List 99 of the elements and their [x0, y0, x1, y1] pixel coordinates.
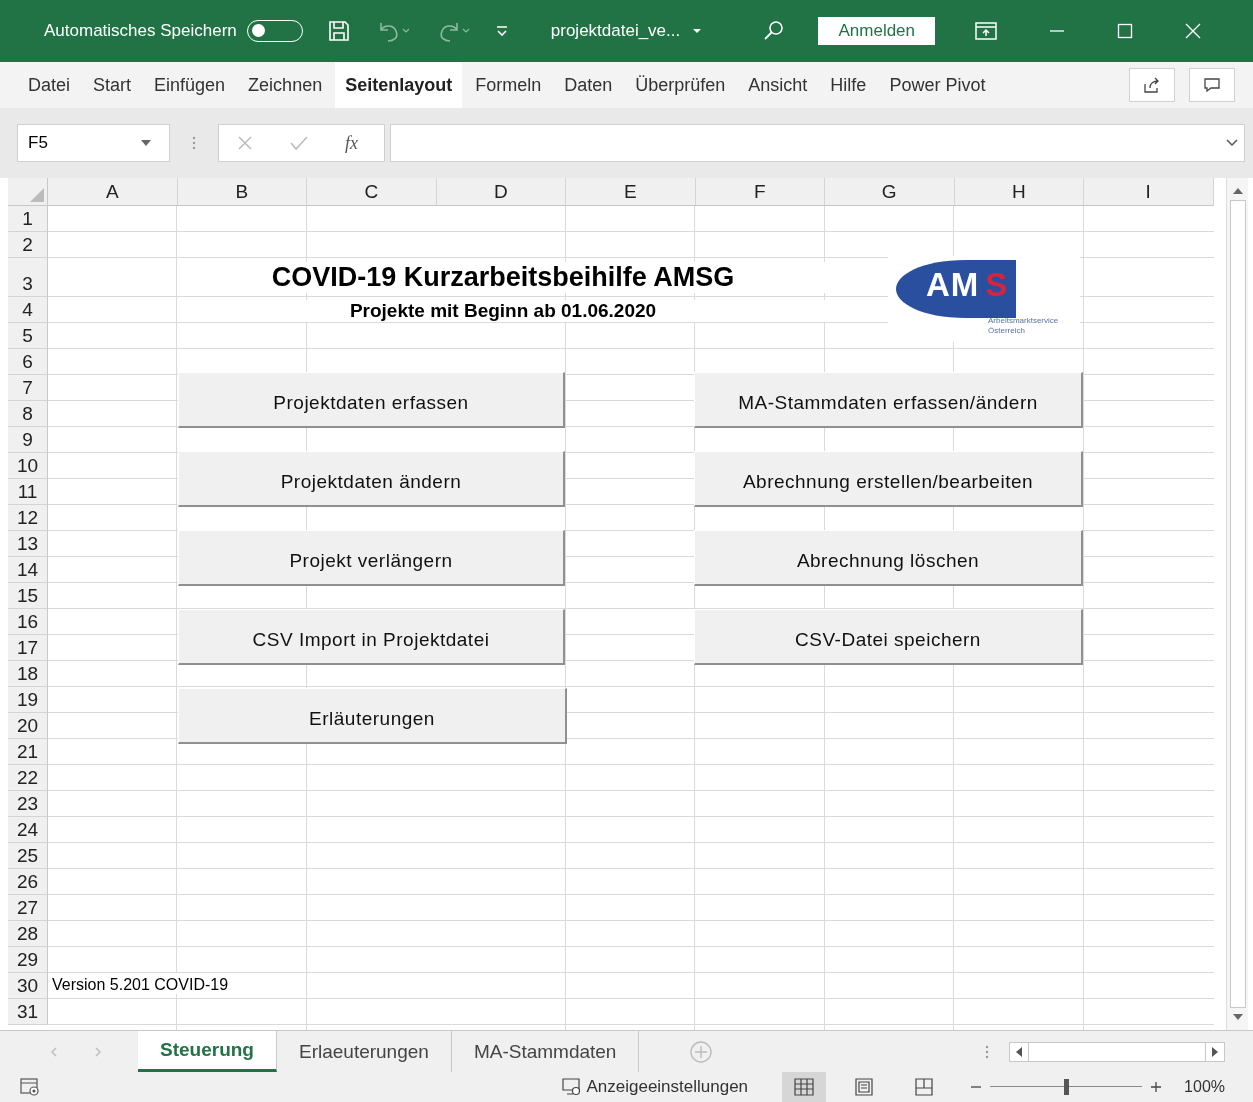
- check-icon[interactable]: [289, 135, 309, 151]
- ribbon-tab[interactable]: Datei: [18, 62, 81, 108]
- row-header[interactable]: 31: [8, 999, 48, 1025]
- row-header[interactable]: 12: [8, 505, 48, 531]
- row-header[interactable]: 29: [8, 947, 48, 973]
- row-header[interactable]: 10: [8, 453, 48, 479]
- caret-icon[interactable]: [692, 28, 703, 34]
- row-header[interactable]: 20: [8, 713, 48, 739]
- vertical-scrollbar[interactable]: [1226, 178, 1248, 1030]
- share-icon: [1143, 76, 1161, 94]
- column-header[interactable]: E: [566, 178, 696, 205]
- macro-button[interactable]: CSV Import in Projektdatei: [178, 609, 565, 665]
- row-header[interactable]: 6: [8, 349, 48, 375]
- column-header[interactable]: B: [177, 178, 307, 205]
- scroll-up-icon[interactable]: [1232, 188, 1243, 194]
- ribbon-tab[interactable]: Zeichnen: [238, 62, 333, 108]
- row-header[interactable]: 13: [8, 531, 48, 557]
- maximize-icon[interactable]: [1117, 23, 1134, 39]
- row-header[interactable]: 26: [8, 869, 48, 895]
- row-header[interactable]: 27: [8, 895, 48, 921]
- row-header[interactable]: 19: [8, 687, 48, 713]
- more-icon[interactable]: [985, 1043, 989, 1060]
- zoom-level[interactable]: 100%: [1184, 1078, 1225, 1096]
- page-icon: [854, 1078, 875, 1096]
- logo: AM S Arbeitsmarktservice Österreich: [888, 256, 1080, 342]
- row-header[interactable]: 18: [8, 661, 48, 687]
- share-button[interactable]: [1129, 68, 1175, 102]
- ribbon-tab[interactable]: Power Pivot: [879, 62, 996, 108]
- sheet-tab[interactable]: Steuerung: [138, 1031, 277, 1072]
- macro-button[interactable]: CSV-Datei speichern: [694, 609, 1083, 665]
- grid-icon: [794, 1078, 815, 1096]
- sign-in-button[interactable]: Anmelden: [818, 17, 936, 45]
- column-header[interactable]: H: [954, 178, 1084, 205]
- page-break-icon: [914, 1078, 935, 1096]
- column-header[interactable]: A: [48, 178, 178, 205]
- comments-button[interactable]: [1189, 68, 1235, 102]
- scroll-down-icon[interactable]: [1232, 1014, 1243, 1020]
- row-header[interactable]: 14: [8, 557, 48, 583]
- zoom-slider-thumb[interactable]: [1064, 1079, 1070, 1095]
- customize-toolbar-icon[interactable]: [494, 24, 509, 38]
- row-header[interactable]: 7: [8, 375, 48, 401]
- row-header[interactable]: 24: [8, 817, 48, 843]
- normal-view-button[interactable]: [782, 1072, 827, 1102]
- caret-icon: [141, 140, 151, 146]
- row-header[interactable]: 11: [8, 479, 48, 505]
- macro-button[interactable]: Projekt verlängern: [178, 530, 565, 586]
- ribbon-display-icon[interactable]: [975, 22, 998, 40]
- ribbon-tab[interactable]: Seitenlayout: [335, 62, 463, 108]
- comment-icon: [1203, 76, 1221, 94]
- row-header[interactable]: 25: [8, 843, 48, 869]
- row-header[interactable]: 21: [8, 739, 48, 765]
- ribbon-tab[interactable]: Formeln: [465, 62, 552, 108]
- column-header[interactable]: C: [307, 178, 437, 205]
- row-header[interactable]: 30: [8, 973, 48, 999]
- macro-record-icon[interactable]: [20, 1078, 40, 1096]
- row-header[interactable]: 5: [8, 323, 48, 349]
- file-name[interactable]: projektdatei_ve...: [550, 21, 681, 41]
- macro-button[interactable]: Abrechnung löschen: [694, 530, 1083, 586]
- version-text: Version 5.201 COVID-19: [50, 973, 231, 994]
- display-settings-button[interactable]: Anzeigeeinstellungen: [562, 1077, 749, 1097]
- ribbon-tab[interactable]: Daten: [554, 62, 623, 108]
- save-icon[interactable]: [326, 19, 351, 43]
- ribbon-tab[interactable]: Einfügen: [144, 62, 236, 108]
- row-header[interactable]: 28: [8, 921, 48, 947]
- ribbon-tab[interactable]: Überprüfen: [625, 62, 736, 108]
- row-header[interactable]: 15: [8, 583, 48, 609]
- macro-button[interactable]: Abrechnung erstellen/bearbeiten: [694, 451, 1083, 507]
- row-header[interactable]: 9: [8, 427, 48, 453]
- ribbon-tab[interactable]: Ansicht: [738, 62, 818, 108]
- macro-button[interactable]: Projektdaten ändern: [178, 451, 565, 507]
- expand-icon: [1226, 139, 1238, 147]
- insert-function-button[interactable]: fx: [345, 132, 358, 154]
- row-header[interactable]: 2: [8, 232, 48, 258]
- horizontal-scrollbar[interactable]: [1009, 1041, 1225, 1062]
- column-header[interactable]: I: [1084, 178, 1214, 205]
- row-header[interactable]: 16: [8, 609, 48, 635]
- macro-button[interactable]: Erläuterungen: [178, 688, 567, 744]
- ribbon-tab[interactable]: Hilfe: [820, 62, 877, 108]
- close-icon[interactable]: [1185, 23, 1202, 39]
- column-header[interactable]: G: [825, 178, 955, 205]
- row-header[interactable]: 23: [8, 791, 48, 817]
- column-header[interactable]: D: [436, 178, 566, 205]
- formula-input[interactable]: [390, 124, 1245, 162]
- row-header[interactable]: 1: [8, 206, 48, 232]
- name-box[interactable]: F5: [17, 124, 170, 162]
- ribbon-tab[interactable]: Start: [83, 62, 142, 108]
- row-header[interactable]: 17: [8, 635, 48, 661]
- macro-button[interactable]: MA-Stammdaten erfassen/ändern: [694, 372, 1083, 428]
- column-header[interactable]: F: [695, 178, 825, 205]
- monitor-gear-icon: [562, 1078, 583, 1096]
- zoom-in-icon[interactable]: [1150, 1081, 1163, 1093]
- scroll-left-icon[interactable]: [1016, 1046, 1022, 1057]
- autosave-label: Automatisches Speichern: [44, 21, 237, 41]
- scroll-right-icon[interactable]: [1212, 1046, 1218, 1057]
- row-header[interactable]: 8: [8, 401, 48, 427]
- row-header[interactable]: 4: [8, 297, 48, 323]
- macro-button[interactable]: Projektdaten erfassen: [178, 372, 565, 428]
- row-header[interactable]: 22: [8, 765, 48, 791]
- row-header[interactable]: 3: [8, 258, 48, 297]
